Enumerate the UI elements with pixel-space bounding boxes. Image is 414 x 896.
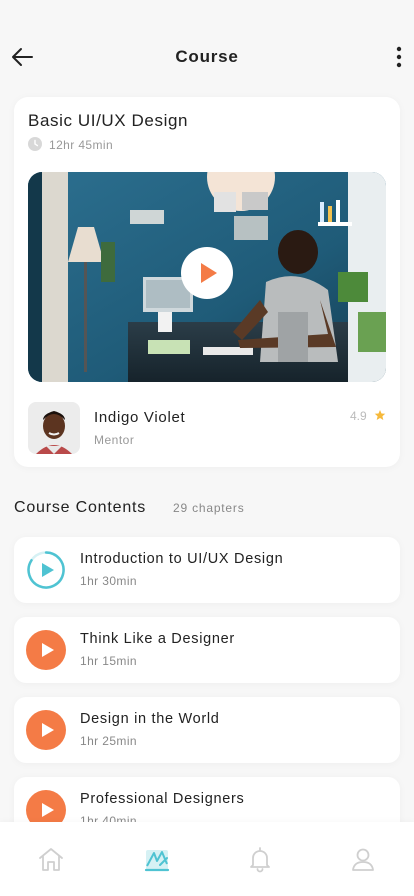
course-card: Basic UI/UX Design 12hr 45min Indigo Vio… — [14, 97, 400, 467]
page-title: Course — [175, 47, 239, 66]
tab-profile[interactable] — [348, 844, 378, 874]
star-icon — [374, 410, 386, 420]
lesson-title: Design in the World — [80, 711, 220, 727]
courses-icon — [144, 850, 170, 872]
course-title: Basic UI/UX Design — [28, 111, 189, 130]
list-item[interactable]: Think Like a Designer 1hr 15min — [14, 617, 400, 683]
course-video[interactable] — [28, 172, 386, 382]
more-vertical-icon — [396, 46, 402, 68]
list-item[interactable]: Design in the World 1hr 25min — [14, 697, 400, 763]
play-button[interactable] — [181, 247, 233, 299]
mentor-photo — [28, 402, 80, 454]
mentor-role: Mentor — [94, 433, 135, 447]
header: Course — [0, 30, 414, 86]
tab-notifications[interactable] — [245, 844, 275, 874]
bell-icon — [250, 847, 270, 873]
lesson-duration: 1hr 25min — [80, 734, 137, 748]
mentor-rating: 4.9 — [350, 409, 386, 423]
tab-bar — [0, 822, 414, 896]
avatar[interactable] — [28, 402, 80, 454]
lesson-title: Think Like a Designer — [80, 631, 235, 647]
lesson-title: Professional Designers — [80, 791, 245, 807]
chapters-count: 29 chapters — [173, 501, 245, 515]
clock-icon — [28, 137, 42, 151]
profile-icon — [352, 848, 374, 871]
mentor-name: Indigo Violet — [94, 409, 186, 426]
play-circle-icon — [26, 630, 66, 670]
lesson-duration: 1hr 30min — [80, 574, 137, 588]
lesson-duration: 1hr 15min — [80, 654, 137, 668]
course-duration: 12hr 45min — [49, 138, 114, 152]
more-options-button[interactable] — [392, 44, 406, 70]
lesson-title: Introduction to UI/UX Design — [80, 551, 284, 567]
list-item[interactable]: Introduction to UI/UX Design 1hr 30min — [14, 537, 400, 603]
home-icon — [39, 848, 63, 871]
progress-play-icon — [27, 551, 65, 589]
tab-courses[interactable] — [142, 844, 172, 874]
rating-value: 4.9 — [349, 409, 367, 423]
tab-home[interactable] — [36, 844, 66, 874]
play-circle-icon — [26, 710, 66, 750]
play-icon — [201, 263, 217, 283]
section-title: Course Contents — [14, 499, 147, 516]
